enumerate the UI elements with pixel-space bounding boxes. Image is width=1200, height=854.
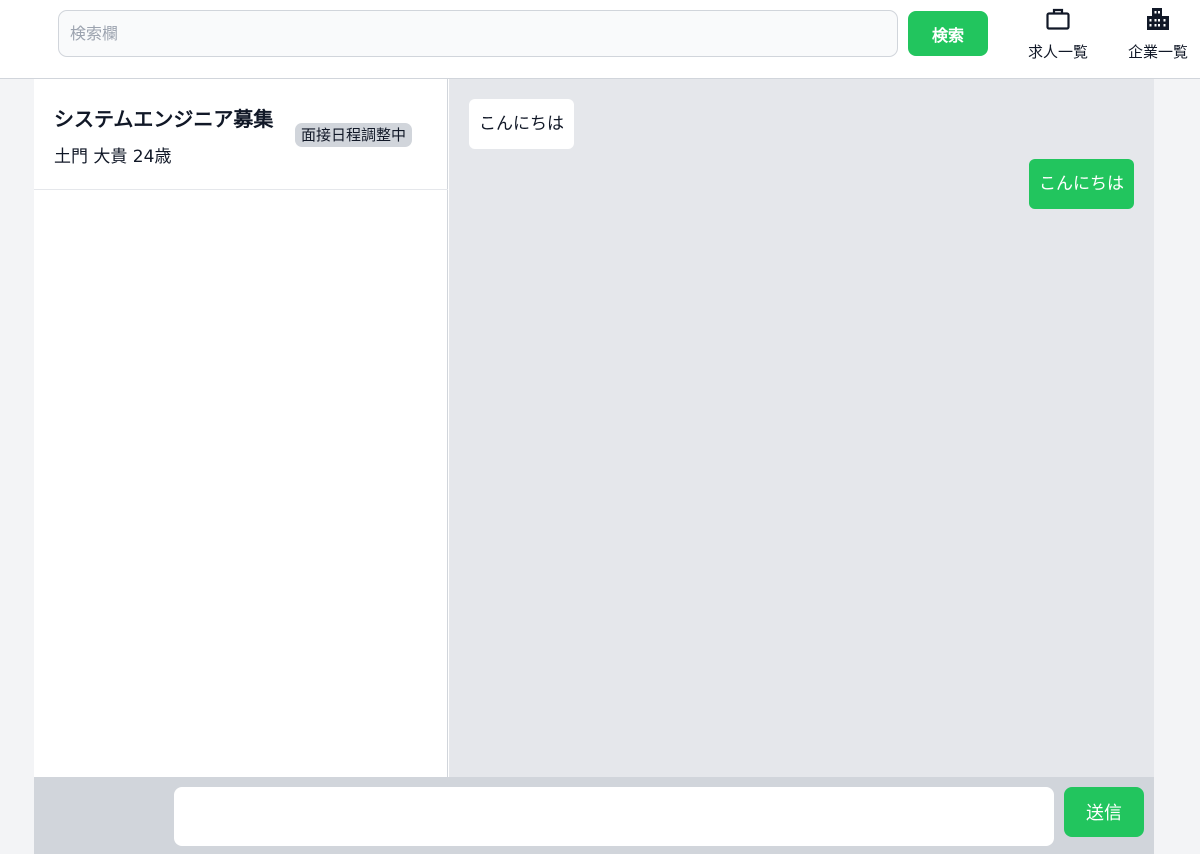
send-button[interactable]: 送信 bbox=[1064, 787, 1144, 837]
nav-item-jobs[interactable]: 求人一覧 bbox=[1018, 6, 1098, 66]
top-header: 検索 求人一覧 bbox=[0, 0, 1200, 79]
briefcase-icon bbox=[1045, 6, 1071, 32]
chat-area: こんにちは こんにちは bbox=[449, 79, 1154, 777]
message-input[interactable] bbox=[174, 787, 1054, 846]
received-message: こんにちは bbox=[469, 99, 574, 149]
nav-label-jobs: 求人一覧 bbox=[1027, 43, 1088, 61]
nav-label-companies: 企業一覧 bbox=[1127, 43, 1188, 61]
building-icon bbox=[1145, 6, 1171, 32]
search-button[interactable]: 検索 bbox=[908, 11, 988, 56]
applicant-info: 土門 大貴 24歳 bbox=[54, 147, 172, 167]
sent-message: こんにちは bbox=[1029, 159, 1134, 209]
message-composer: 送信 bbox=[34, 777, 1154, 854]
main-container: システムエンジニア募集 土門 大貴 24歳 面接日程調整中 こんにちは こんにち… bbox=[34, 79, 1154, 854]
conversation-title: システムエンジニア募集 bbox=[54, 107, 274, 131]
status-badge: 面接日程調整中 bbox=[295, 123, 413, 147]
search-input[interactable] bbox=[58, 10, 898, 57]
conversation-list: システムエンジニア募集 土門 大貴 24歳 面接日程調整中 bbox=[34, 79, 448, 777]
conversation-item[interactable]: システムエンジニア募集 土門 大貴 24歳 面接日程調整中 bbox=[34, 79, 448, 190]
nav-item-companies[interactable]: 企業一覧 bbox=[1118, 6, 1198, 66]
